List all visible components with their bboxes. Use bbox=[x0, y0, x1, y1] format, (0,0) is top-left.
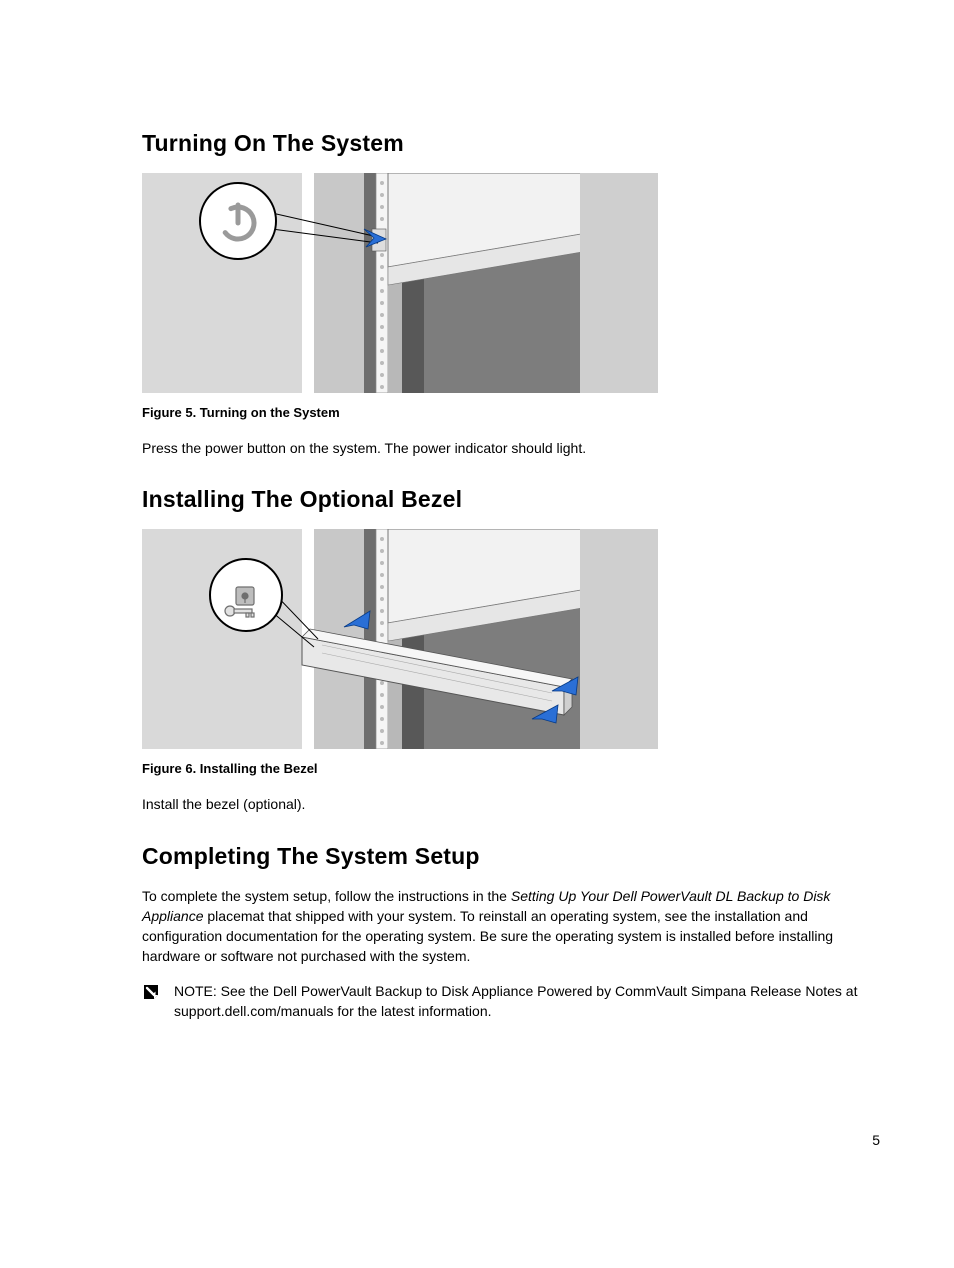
note-text: NOTE: See the Dell PowerVault Backup to … bbox=[174, 981, 882, 1022]
section-completing-setup: Completing The System Setup To complete … bbox=[142, 843, 882, 1022]
illustration-power-button bbox=[142, 173, 658, 393]
figure-5: Figure 5. Turning on the System bbox=[142, 173, 882, 420]
section-turning-on: Turning On The System bbox=[142, 130, 882, 458]
setup-post: placemat that shipped with your system. … bbox=[142, 908, 833, 965]
note-mid: at bbox=[842, 983, 858, 999]
note-icon bbox=[142, 983, 160, 1001]
figure-5-caption: Figure 5. Turning on the System bbox=[142, 405, 882, 420]
note-pre: See the bbox=[217, 983, 273, 999]
illustration-bezel bbox=[142, 529, 658, 749]
note-label: NOTE: bbox=[174, 983, 217, 999]
note-block: NOTE: See the Dell PowerVault Backup to … bbox=[142, 981, 882, 1022]
note-post: for the latest information. bbox=[334, 1003, 492, 1019]
page-number: 5 bbox=[872, 1132, 880, 1148]
setup-pre: To complete the system setup, follow the… bbox=[142, 888, 511, 904]
heading-turning-on: Turning On The System bbox=[142, 130, 882, 157]
note-italic: Dell PowerVault Backup to Disk Appliance… bbox=[273, 983, 842, 999]
text-setup-instruction: To complete the system setup, follow the… bbox=[142, 886, 882, 967]
heading-completing-setup: Completing The System Setup bbox=[142, 843, 882, 870]
heading-installing-bezel: Installing The Optional Bezel bbox=[142, 486, 882, 513]
figure-6: Figure 6. Installing the Bezel bbox=[142, 529, 882, 776]
text-bezel-instruction: Install the bezel (optional). bbox=[142, 794, 882, 814]
figure-6-caption: Figure 6. Installing the Bezel bbox=[142, 761, 882, 776]
note-link: support.dell.com/manuals bbox=[174, 1003, 334, 1019]
text-power-instruction: Press the power button on the system. Th… bbox=[142, 438, 882, 458]
section-installing-bezel: Installing The Optional Bezel bbox=[142, 486, 882, 814]
